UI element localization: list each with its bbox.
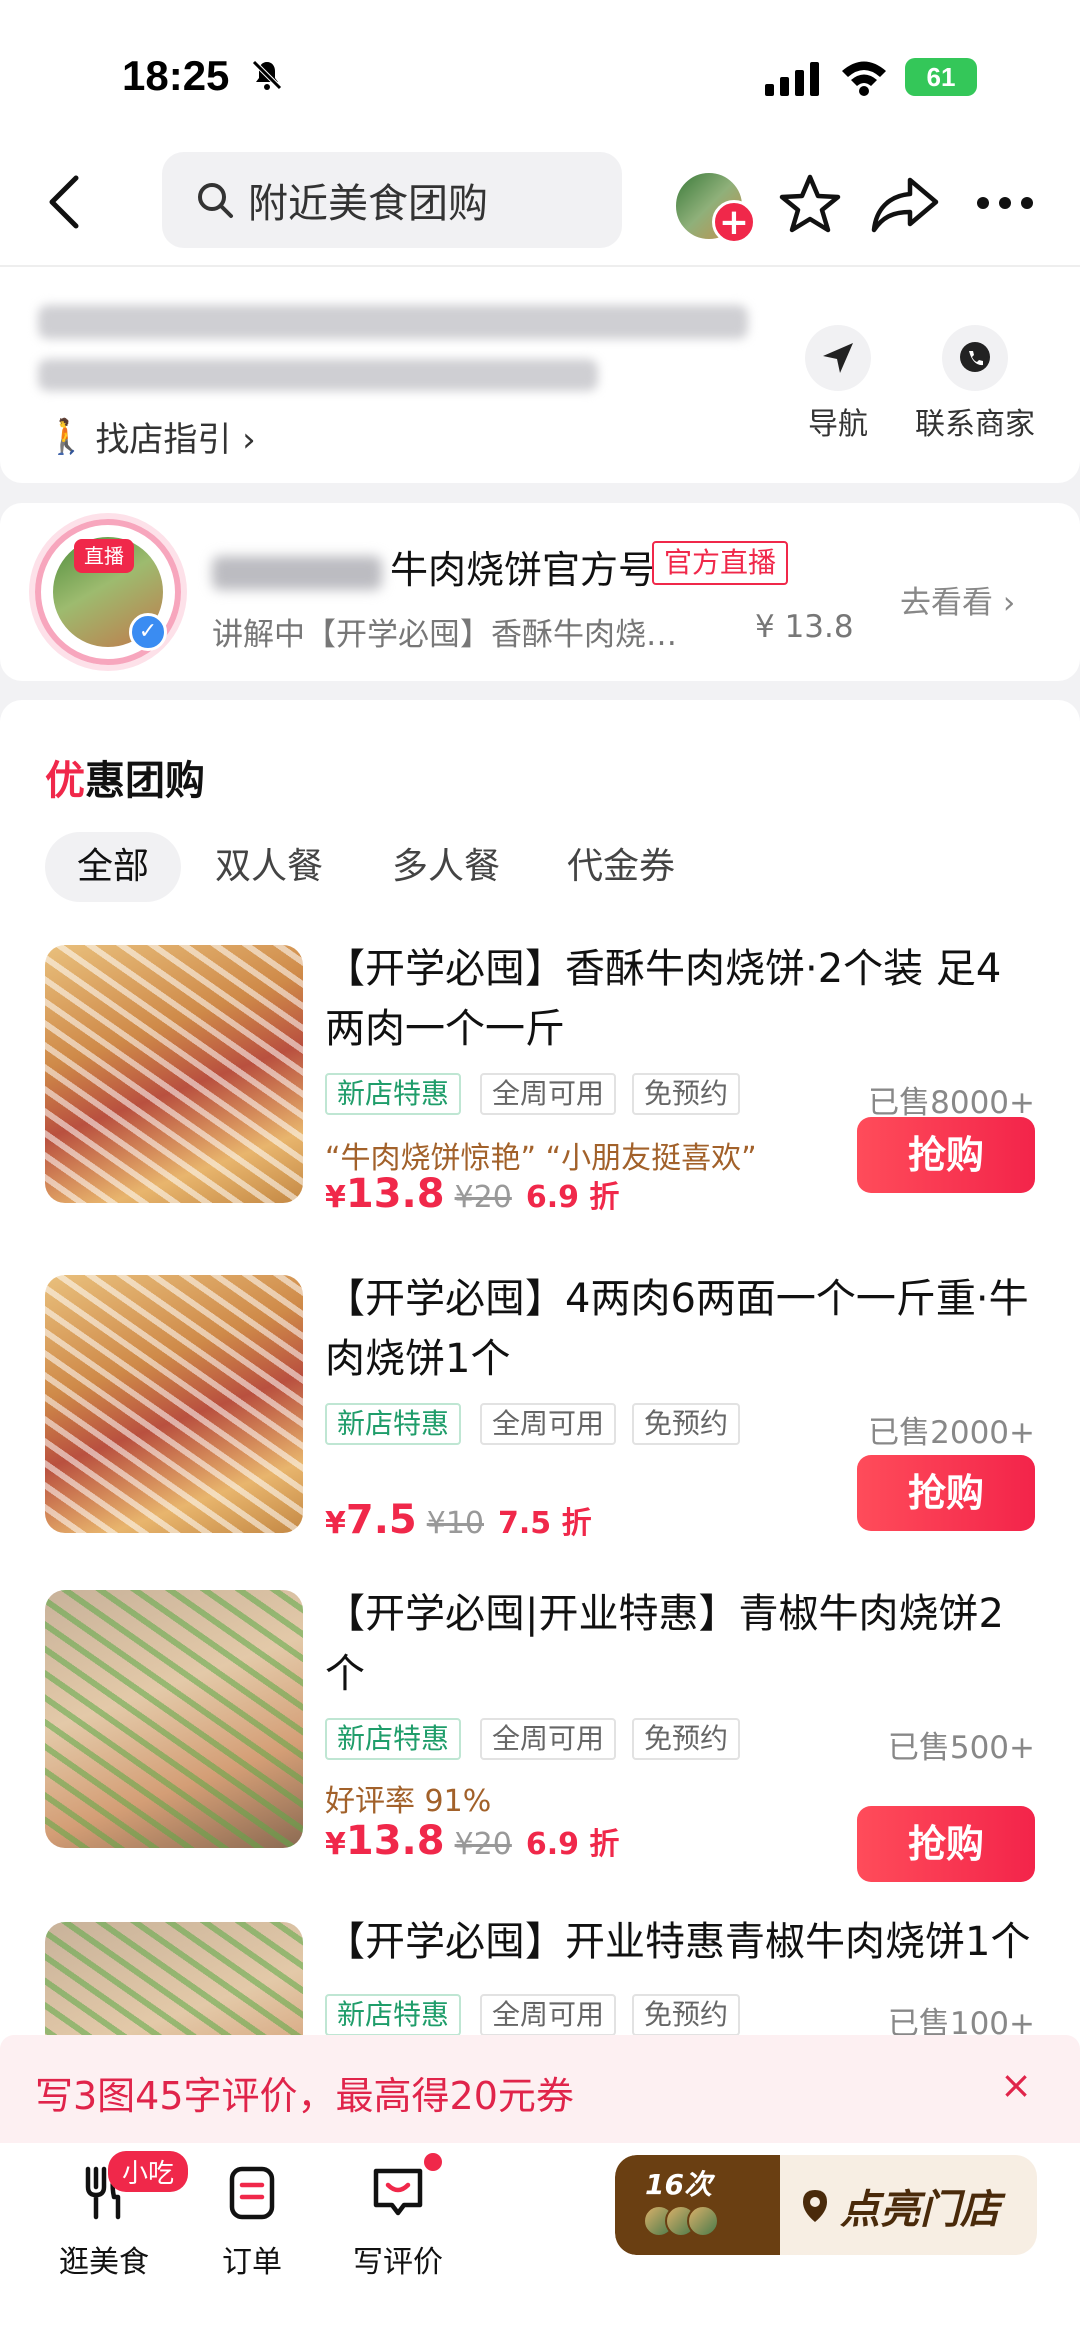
deal-tag: 免预约 — [632, 1718, 741, 1760]
search-placeholder: 附近美食团购 — [248, 181, 488, 227]
official-live-badge: 官方直播 — [652, 541, 789, 585]
deal-tag: 新店特惠 — [325, 1718, 462, 1760]
back-arrow-icon[interactable] — [44, 172, 84, 232]
nav-orders-label: 订单 — [222, 2245, 282, 2280]
navigation-arrow-icon — [823, 343, 853, 373]
sold-count: 已售2000+ — [868, 1415, 1035, 1451]
navigate-label: 导航 — [808, 407, 868, 442]
navigate-button[interactable]: 导航 — [768, 325, 908, 443]
deal-tag: 免预约 — [632, 1994, 741, 2036]
review-icon — [373, 2168, 423, 2216]
signal-icon — [765, 62, 819, 96]
address-card: 🚶 找店指引 › 导航 联系商家 — [0, 265, 1080, 483]
nav-write-review-label: 写评价 — [353, 2245, 443, 2280]
live-stream-card[interactable]: 直播 ✓ 牛肉烧饼官方号 官方直播 讲解中【开学必囤】香酥牛肉烧… ¥ 13.8… — [0, 503, 1080, 681]
live-avatar[interactable]: 直播 ✓ — [35, 519, 181, 665]
nav-browse-food-label: 逛美食 — [59, 2245, 149, 2280]
location-pin-icon — [803, 2190, 827, 2222]
live-account-name: 牛肉烧饼官方号 — [212, 539, 656, 594]
nav-orders[interactable]: 订单 — [192, 2163, 312, 2281]
bell-muted-icon — [252, 60, 282, 90]
deal-title: 【开学必囤】4两肉6两面一个一斤重·牛肉烧饼1个 — [325, 1276, 1029, 1382]
group-deals-section: 优惠团购 全部 双人餐 多人餐 代金券 【开学必囤】香酥牛肉烧饼·2个装 足4两… — [0, 700, 1080, 2180]
search-icon — [198, 183, 233, 218]
walk-icon: 🚶 — [45, 416, 88, 457]
battery-indicator: 61 — [905, 58, 977, 96]
search-bar[interactable]: 附近美食团购 — [162, 152, 622, 248]
deal-price: ¥13.8 ¥20 6.9 折 — [325, 1171, 620, 1217]
buy-button[interactable]: 抢购 — [857, 1806, 1035, 1882]
review-reward-banner[interactable]: 写3图45字评价，最高得20元券 × — [0, 2035, 1080, 2143]
buy-button[interactable]: 抢购 — [857, 1455, 1035, 1531]
friend-avatars — [643, 2205, 723, 2239]
blurred-distance — [38, 359, 598, 391]
tab-multi-person[interactable]: 多人餐 — [392, 832, 500, 902]
review-banner-text: 写3图45字评价，最高得20元券 — [35, 2074, 574, 2118]
deal-tag: 新店特惠 — [325, 1073, 462, 1115]
status-bar: 18:25 61 — [0, 0, 1080, 150]
deal-tag: 免预约 — [632, 1073, 741, 1115]
order-icon — [229, 2166, 275, 2220]
deal-tag: 全周可用 — [480, 1718, 617, 1760]
tab-all[interactable]: 全部 — [45, 832, 182, 902]
bottom-bar: 逛美食 小吃 订单 写评价 16次 点亮门店 — [0, 2143, 1080, 2347]
contact-label: 联系商家 — [915, 407, 1035, 442]
deal-title: 【开学必囤】开业特惠青椒牛肉烧饼1个 — [325, 1919, 1031, 1965]
blurred-address — [38, 305, 748, 339]
sold-count: 已售8000+ — [868, 1085, 1035, 1121]
buy-button[interactable]: 抢购 — [857, 1117, 1035, 1193]
tab-voucher[interactable]: 代金券 — [567, 832, 675, 902]
notification-dot — [424, 2153, 442, 2171]
deal-tag: 新店特惠 — [325, 1403, 462, 1445]
deal-price: ¥13.8 ¥20 6.9 折 — [325, 1818, 620, 1864]
contact-merchant-button[interactable]: 联系商家 — [905, 325, 1045, 443]
deal-title: 【开学必囤】香酥牛肉烧饼·2个装 足4两肉一个一斤 — [325, 946, 1002, 1052]
verified-icon: ✓ — [129, 613, 167, 651]
deal-image[interactable] — [45, 1590, 303, 1848]
go-look-link[interactable]: 去看看 › — [900, 577, 1015, 622]
status-time: 18:25 — [122, 52, 230, 99]
tab-two-person[interactable]: 双人餐 — [215, 832, 323, 902]
deal-tag: 新店特惠 — [325, 1994, 462, 2036]
nav-write-review[interactable]: 写评价 — [338, 2163, 458, 2281]
rating-text: 好评率 91% — [325, 1784, 492, 1819]
share-arrow-icon[interactable] — [870, 174, 940, 234]
close-icon[interactable]: × — [1000, 2063, 1032, 2107]
deal-image[interactable] — [45, 1275, 303, 1533]
light-up-store-button[interactable]: 16次 点亮门店 — [615, 2155, 1037, 2255]
deal-tag: 全周可用 — [480, 1403, 617, 1445]
more-icon[interactable] — [975, 195, 1035, 211]
deal-tag: 全周可用 — [480, 1994, 617, 2036]
sold-count: 已售500+ — [887, 1730, 1035, 1766]
top-header: 附近美食团购 + — [0, 150, 1080, 265]
live-price: ¥ 13.8 — [755, 609, 854, 645]
deals-title: 优惠团购 — [45, 758, 205, 804]
deal-tag: 免预约 — [632, 1403, 741, 1445]
star-icon[interactable] — [778, 172, 842, 236]
light-count: 16次 — [645, 2168, 712, 2201]
light-up-label: 点亮门店 — [800, 2177, 1000, 2235]
store-guide-link[interactable]: 🚶 找店指引 › — [45, 412, 256, 461]
deal-title: 【开学必囤|开业特惠】青椒牛肉烧饼2个 — [325, 1591, 1004, 1697]
follow-plus-button[interactable]: + — [712, 200, 756, 244]
deal-tag: 全周可用 — [480, 1073, 617, 1115]
phone-chat-icon — [960, 342, 990, 372]
wifi-icon — [842, 61, 886, 96]
snack-badge: 小吃 — [108, 2151, 189, 2192]
deal-image[interactable] — [45, 945, 303, 1203]
live-description: 讲解中【开学必囤】香酥牛肉烧… — [212, 617, 677, 653]
deal-price: ¥7.5 ¥10 7.5 折 — [325, 1497, 592, 1543]
live-tag: 直播 — [74, 539, 134, 573]
light-count-panel: 16次 — [615, 2155, 780, 2255]
